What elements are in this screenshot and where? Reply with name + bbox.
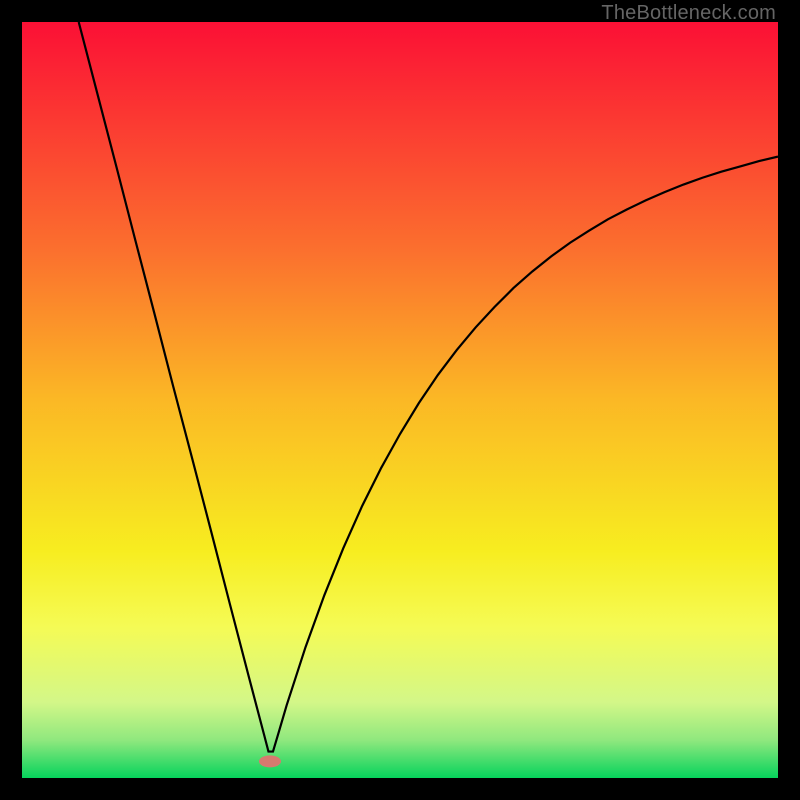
optimal-point-marker bbox=[259, 755, 281, 767]
bottleneck-chart bbox=[22, 22, 778, 778]
gradient-background bbox=[22, 22, 778, 778]
watermark-label: TheBottleneck.com bbox=[601, 2, 776, 25]
chart-frame bbox=[22, 22, 778, 778]
